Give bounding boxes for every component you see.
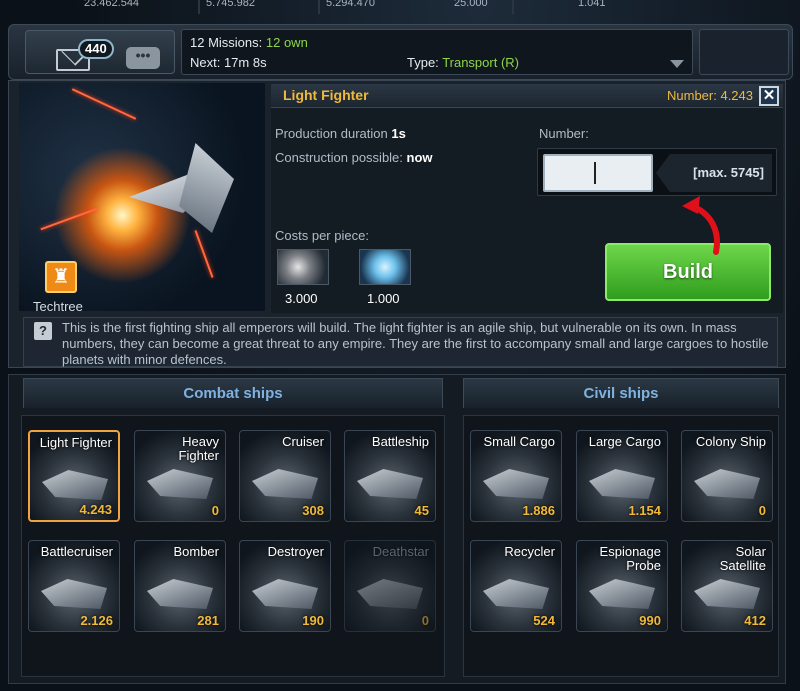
ship-card-small-cargo[interactable]: Small Cargo 1.886 — [470, 430, 562, 522]
message-icons-panel: 440 ••• — [25, 30, 175, 74]
max-button[interactable]: [max. 5745] — [656, 154, 772, 192]
production-duration: Production duration 1s — [275, 126, 406, 141]
ship-image: ♜ Techtree — [19, 83, 265, 311]
ship-thumbnail — [147, 469, 213, 499]
missions-own: 12 own — [265, 35, 308, 50]
ship-thumbnail — [357, 469, 423, 499]
missions-summary: 12 Missions: 12 own — [190, 35, 308, 50]
ship-card-destroyer[interactable]: Destroyer 190 — [239, 540, 331, 632]
resource-strip: 23.462.544 5.745.982 5.294.470 25.000 1.… — [0, 0, 800, 14]
divider — [318, 0, 320, 14]
number-input[interactable] — [543, 154, 653, 192]
cost-metal-value: 3.000 — [285, 291, 318, 306]
construction-possible: Construction possible: now — [275, 150, 433, 165]
ship-card-battlecruiser[interactable]: Battlecruiser 2.126 — [28, 540, 120, 632]
help-icon[interactable]: ? — [34, 322, 52, 340]
combat-ship-grid: Light Fighter 4.243 Heavy Fighter 0 Crui… — [21, 415, 445, 677]
ship-card-recycler[interactable]: Recycler 524 — [470, 540, 562, 632]
civil-ship-grid: Small Cargo 1.886 Large Cargo 1.154 Colo… — [463, 415, 779, 677]
ship-thumbnail — [694, 469, 760, 499]
ship-thumbnail — [483, 469, 549, 499]
ship-thumbnail — [42, 470, 108, 500]
divider — [512, 0, 514, 14]
ship-thumbnail — [41, 579, 107, 609]
ship-card-colony-ship[interactable]: Colony Ship 0 — [681, 430, 773, 522]
metal-icon — [277, 249, 329, 285]
number-input-group: [max. 5745] — [537, 148, 777, 196]
header-right-panel — [699, 29, 789, 75]
ship-description: ? This is the first fighting ship all em… — [23, 317, 778, 367]
laser-beam — [71, 88, 137, 120]
number-owned: Number: 4.243 — [667, 88, 753, 103]
costs-label: Costs per piece: — [275, 228, 369, 243]
tab-combat-ships[interactable]: Combat ships — [23, 378, 443, 408]
ship-card-cruiser[interactable]: Cruiser 308 — [239, 430, 331, 522]
number-label: Number: — [539, 126, 589, 141]
cost-crystal-value: 1.000 — [367, 291, 400, 306]
close-button[interactable]: ✕ — [759, 86, 779, 106]
tab-civil-ships[interactable]: Civil ships — [463, 378, 779, 408]
resource-energy: 25.000 — [454, 0, 488, 9]
ship-card-solar-satellite[interactable]: Solar Satellite 412 — [681, 540, 773, 632]
ship-thumbnail — [483, 579, 549, 609]
ship-wing — [179, 143, 234, 233]
ship-thumbnail — [589, 469, 655, 499]
ship-title: Light Fighter — [283, 87, 369, 103]
divider — [198, 0, 200, 14]
description-text: This is the first fighting ship all empe… — [62, 320, 769, 367]
ship-card-large-cargo[interactable]: Large Cargo 1.154 — [576, 430, 668, 522]
chevron-down-icon[interactable] — [670, 60, 684, 68]
ship-card-bomber[interactable]: Bomber 281 — [134, 540, 226, 632]
techtree-icon[interactable]: ♜ — [45, 261, 77, 293]
techtree-label[interactable]: Techtree — [33, 299, 83, 311]
text-caret — [594, 162, 596, 184]
ship-thumbnail — [357, 579, 423, 609]
ship-card-light-fighter[interactable]: Light Fighter 4.243 — [28, 430, 120, 522]
laser-beam — [194, 230, 214, 278]
chat-icon[interactable]: ••• — [126, 47, 160, 69]
top-header: 440 ••• 12 Missions: 12 own Next: 17m 8s… — [8, 24, 793, 80]
mail-count-badge: 440 — [78, 39, 114, 59]
resource-metal: 23.462.544 — [84, 0, 140, 9]
mission-type-value: Transport (R) — [442, 55, 519, 70]
ship-thumbnail — [694, 579, 760, 609]
ship-thumbnail — [147, 579, 213, 609]
ship-card-deathstar[interactable]: Deathstar 0 — [344, 540, 436, 632]
ships-section: Combat ships Civil ships Light Fighter 4… — [8, 374, 786, 684]
ship-thumbnail — [252, 579, 318, 609]
ship-card-battleship[interactable]: Battleship 45 — [344, 430, 436, 522]
ship-thumbnail — [589, 579, 655, 609]
annotation-arrow-icon — [682, 196, 720, 255]
ship-detail-panel: ♜ Techtree Light Fighter Number: 4.243 ✕… — [8, 80, 786, 368]
mission-type: Type: Transport (R) — [407, 55, 519, 70]
resource-deuterium: 5.294.470 — [326, 0, 375, 9]
next-mission-timer: Next: 17m 8s — [190, 55, 267, 70]
crystal-icon — [359, 249, 411, 285]
ship-card-espionage-probe[interactable]: Espionage Probe 990 — [576, 540, 668, 632]
ship-thumbnail — [252, 469, 318, 499]
missions-panel[interactable]: 12 Missions: 12 own Next: 17m 8s Type: T… — [181, 29, 693, 75]
ship-card-heavy-fighter[interactable]: Heavy Fighter 0 — [134, 430, 226, 522]
resource-darkmatter: 1.041 — [578, 0, 606, 9]
detail-header: Light Fighter Number: 4.243 ✕ — [271, 84, 783, 108]
laser-beam — [40, 207, 98, 231]
resource-crystal: 5.745.982 — [206, 0, 255, 9]
